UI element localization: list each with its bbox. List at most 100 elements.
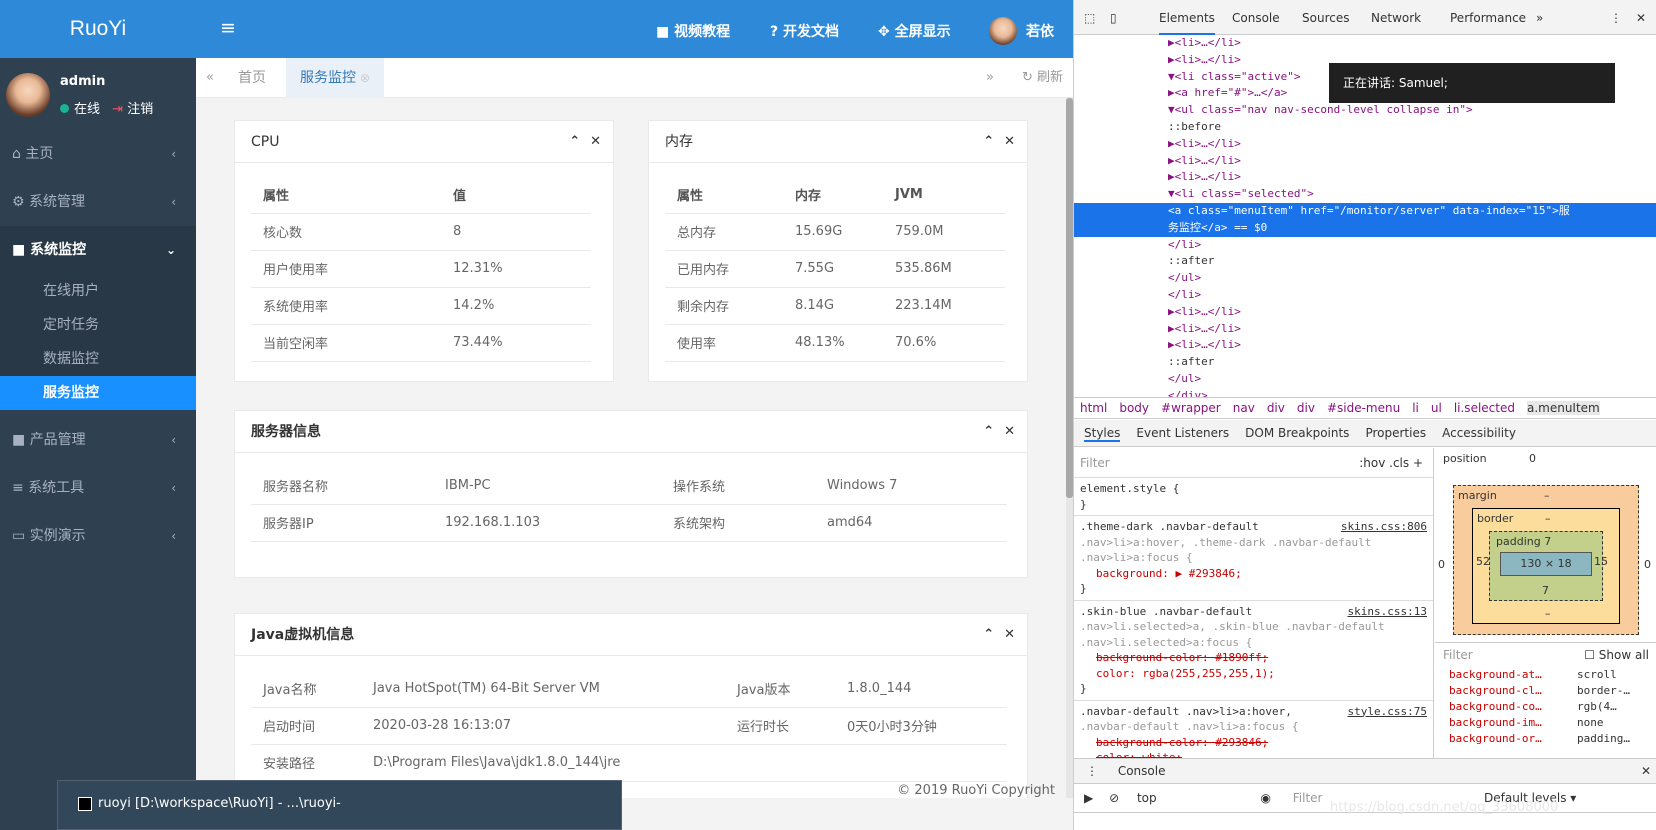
video-tutorial-link[interactable]: ■ 视频教程: [656, 21, 730, 41]
sidebar-item-demo[interactable]: ▭ 实例演示 ‹: [0, 512, 196, 560]
css-source-link[interactable]: skins.css:13: [1348, 604, 1427, 620]
css-rule[interactable]: .navbar-default .nav>li>a:hover, .navbar…: [1074, 701, 1433, 759]
dom-node[interactable]: </ul>: [1074, 270, 1656, 287]
fullscreen-link[interactable]: ✥ 全屏显示: [878, 21, 951, 41]
dom-node[interactable]: ::after: [1074, 354, 1656, 371]
styles-filter-input[interactable]: Filter:hov .cls +: [1074, 448, 1433, 478]
breadcrumb-item[interactable]: body: [1119, 401, 1149, 415]
computed-row[interactable]: background-at… scroll: [1435, 667, 1656, 683]
devtools-tab-elements[interactable]: Elements: [1159, 11, 1215, 35]
dom-node-selected[interactable]: 务监控</a> == $0: [1074, 219, 1656, 237]
hov-cls-buttons[interactable]: :hov .cls +: [1359, 448, 1423, 478]
close-devtools-icon[interactable]: ✕: [1636, 11, 1646, 25]
dom-node[interactable]: ▶<li>…</li>: [1074, 35, 1656, 52]
subtab-properties[interactable]: Properties: [1365, 426, 1426, 440]
kebab-menu-icon[interactable]: ⋮: [1086, 764, 1098, 778]
close-drawer-icon[interactable]: ✕: [1641, 759, 1651, 783]
kebab-menu-icon[interactable]: ⋮: [1610, 11, 1622, 25]
breadcrumb-item[interactable]: #wrapper: [1161, 401, 1221, 415]
collapse-icon[interactable]: ⌃: [569, 134, 580, 149]
dom-node[interactable]: </ul>: [1074, 371, 1656, 388]
dom-node[interactable]: ▶<li>…</li>: [1074, 169, 1656, 186]
page-scrollbar[interactable]: [1066, 98, 1073, 798]
dom-node[interactable]: </li>: [1074, 287, 1656, 304]
dom-node[interactable]: ▶<li>…</li>: [1074, 337, 1656, 354]
subtab-event-listeners[interactable]: Event Listeners: [1136, 426, 1229, 440]
css-source-link[interactable]: skins.css:806: [1341, 519, 1427, 535]
devtools-tab-more[interactable]: »: [1536, 11, 1543, 25]
breadcrumb-item[interactable]: div: [1297, 401, 1315, 415]
css-property[interactable]: background-color: #293846;: [1080, 735, 1427, 751]
dom-node[interactable]: ▼<ul class="nav nav-second-level collaps…: [1074, 102, 1656, 119]
close-icon[interactable]: ✕: [590, 134, 601, 149]
scrollbar-thumb[interactable]: [1066, 98, 1073, 498]
sidebar-subitem-server-monitor[interactable]: 服务监控: [0, 376, 196, 410]
user-avatar[interactable]: [6, 73, 50, 117]
breadcrumb-item[interactable]: li.selected: [1454, 401, 1515, 415]
breadcrumb-item-current[interactable]: a.menuItem: [1526, 401, 1600, 415]
breadcrumb-item[interactable]: ul: [1431, 401, 1442, 415]
subtab-accessibility[interactable]: Accessibility: [1442, 426, 1516, 440]
dom-node[interactable]: ▶<li>…</li>: [1074, 136, 1656, 153]
console-filter-input[interactable]: Filter: [1293, 791, 1323, 805]
breadcrumb-item[interactable]: #side-menu: [1327, 401, 1400, 415]
close-icon[interactable]: ⊗: [360, 71, 370, 85]
collapse-icon[interactable]: ⌃: [983, 627, 994, 642]
css-rule[interactable]: element.style {}: [1074, 478, 1433, 516]
sidebar-subitem-data-monitor[interactable]: 数据监控: [0, 342, 196, 376]
inspect-icon[interactable]: ⬚: [1084, 11, 1095, 25]
sidebar-item-products[interactable]: ■ 产品管理 ‹: [0, 416, 196, 464]
close-icon[interactable]: ✕: [1004, 424, 1015, 439]
dom-node[interactable]: ▶<li>…</li>: [1074, 153, 1656, 170]
breadcrumb-item[interactable]: nav: [1233, 401, 1255, 415]
dev-docs-link[interactable]: ? 开发文档: [770, 21, 839, 41]
sidebar-item-home[interactable]: ⌂ 主页 ‹: [0, 130, 196, 178]
eye-icon[interactable]: ◉: [1260, 791, 1270, 805]
tab-home[interactable]: 首页: [224, 58, 280, 98]
subtab-dom-breakpoints[interactable]: DOM Breakpoints: [1245, 426, 1349, 440]
dom-node[interactable]: ::after: [1074, 253, 1656, 270]
dom-node[interactable]: ▶<li>…</li>: [1074, 321, 1656, 338]
dom-node[interactable]: ▼<li class="selected">: [1074, 186, 1656, 203]
top-user-avatar[interactable]: [989, 17, 1017, 45]
context-select[interactable]: top: [1137, 791, 1157, 805]
devtools-tab-network[interactable]: Network: [1371, 11, 1421, 25]
dom-node-selected[interactable]: <a class="menuItem" href="/monitor/serve…: [1074, 202, 1656, 220]
devtools-tab-sources[interactable]: Sources: [1302, 11, 1349, 25]
breadcrumb-item[interactable]: html: [1080, 401, 1107, 415]
computed-row[interactable]: background-cl… border-…: [1435, 683, 1656, 699]
collapse-icon[interactable]: ⌃: [983, 134, 994, 149]
dom-node[interactable]: ▶<li>…</li>: [1074, 304, 1656, 321]
dom-node[interactable]: </li>: [1074, 237, 1656, 254]
top-user-name[interactable]: 若依: [1026, 21, 1054, 41]
css-rule[interactable]: .theme-dark .navbar-default .nav>li>a:ho…: [1074, 516, 1433, 601]
device-icon[interactable]: ▯: [1110, 11, 1117, 25]
taskbar-window-preview[interactable]: ruoyi [D:\workspace\RuoYi] - ...\ruoyi-q…: [57, 780, 622, 830]
css-property[interactable]: background-color: #1890ff;: [1080, 650, 1427, 666]
computed-row[interactable]: background-co… rgb(4…: [1435, 699, 1656, 715]
computed-filter-input[interactable]: Filter ☐ Show all: [1435, 643, 1656, 667]
sidebar-toggle-icon[interactable]: ▶: [1084, 791, 1093, 805]
tab-scroll-left-icon[interactable]: «: [206, 58, 214, 98]
devtools-tab-console[interactable]: Console: [1232, 11, 1280, 25]
sidebar-item-tools[interactable]: ≡ 系统工具 ‹: [0, 464, 196, 512]
tab-scroll-right-icon[interactable]: »: [986, 58, 994, 98]
sidebar-item-system[interactable]: ⚙ 系统管理 ‹: [0, 178, 196, 226]
devtools-tab-performance[interactable]: Performance: [1450, 11, 1526, 25]
css-property[interactable]: color: white;: [1080, 750, 1427, 758]
close-icon[interactable]: ✕: [1004, 627, 1015, 642]
computed-row[interactable]: background-or… padding…: [1435, 731, 1656, 747]
sidebar-subitem-online-users[interactable]: 在线用户: [0, 274, 196, 308]
show-all-checkbox[interactable]: ☐ Show all: [1584, 643, 1649, 667]
hamburger-icon[interactable]: ≡: [220, 17, 236, 39]
css-source-link[interactable]: style.css:75: [1348, 704, 1427, 720]
brand-logo[interactable]: RuoYi: [0, 0, 196, 58]
breadcrumb-item[interactable]: div: [1267, 401, 1285, 415]
dom-node[interactable]: </div>: [1074, 388, 1656, 397]
refresh-button[interactable]: ↻ 刷新: [1022, 58, 1063, 98]
drawer-tab-console[interactable]: Console: [1118, 764, 1166, 778]
logout-link[interactable]: ⇥ 注销: [112, 102, 153, 117]
css-property[interactable]: color: rgba(255,255,255,1);: [1080, 666, 1427, 682]
tab-server-monitor[interactable]: 服务监控 ⊗: [286, 58, 385, 98]
computed-row[interactable]: background-im… none: [1435, 715, 1656, 731]
